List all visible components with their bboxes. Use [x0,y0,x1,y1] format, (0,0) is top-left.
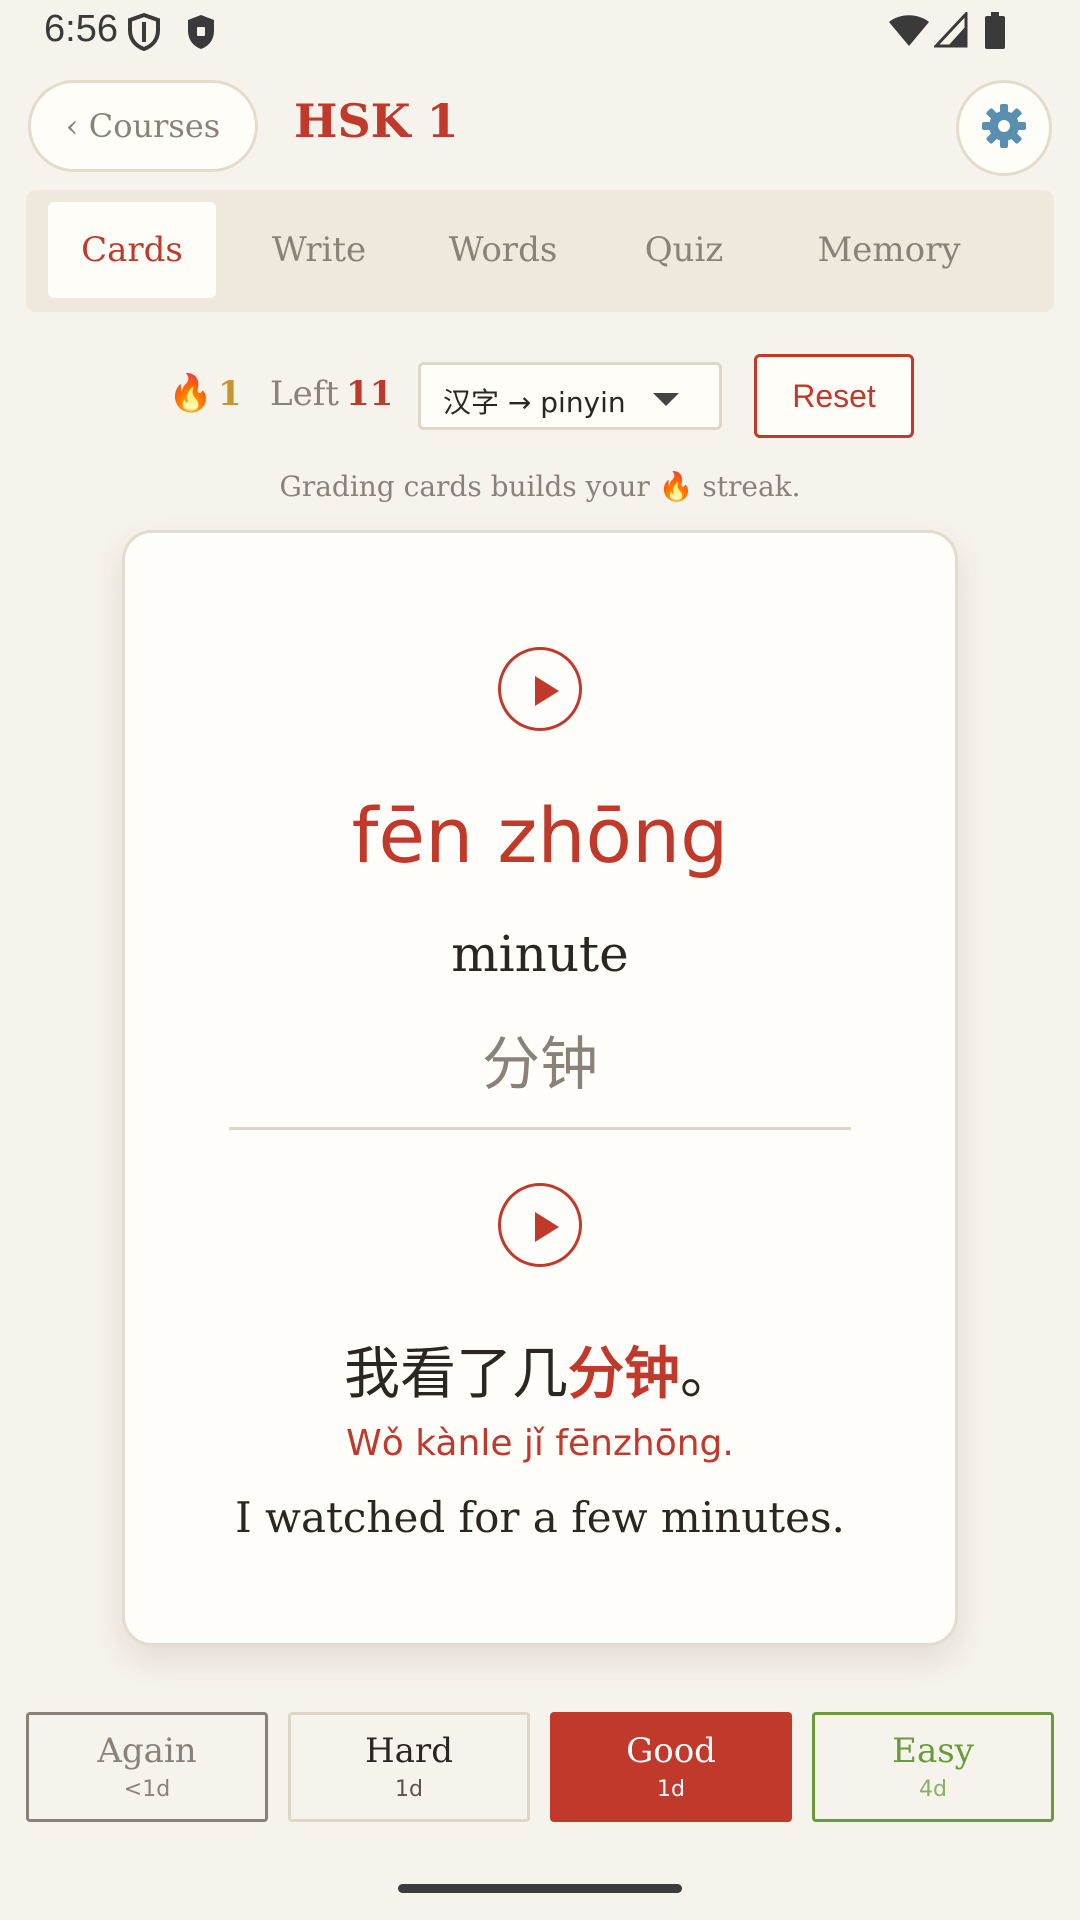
home-indicator[interactable] [398,1884,682,1893]
streak-hint: Grading cards builds your 🔥 streak. [279,470,801,503]
play-word-audio-button[interactable] [498,647,582,731]
page-title: HSK 1 [294,94,459,148]
streak-count: 1 [218,374,242,414]
hard-interval: 1d [395,1777,423,1802]
card-mode-select[interactable]: 汉字 → pinyin [418,362,722,430]
back-courses-button[interactable]: ‹ Courses [28,80,258,172]
play-icon [535,676,559,706]
easy-button[interactable]: Easy 4d [812,1712,1054,1822]
flashcard: fēn zhōng minute 分钟 我看了几分钟。 Wǒ kànle jǐ … [122,530,958,1646]
tab-memory[interactable]: Memory [784,202,994,298]
hard-label: Hard [365,1731,453,1771]
gear-icon [979,101,1029,155]
wifi-icon [888,12,930,52]
card-mode-value: 汉字 → pinyin [443,386,626,419]
play-sentence-audio-button[interactable] [498,1183,582,1267]
tab-write[interactable]: Write [244,202,394,298]
header: ‹ Courses HSK 1 [0,78,1080,178]
grade-buttons: Again <1d Hard 1d Good 1d Easy 4d [0,1712,1080,1822]
fire-icon: 🔥 [168,373,213,414]
good-button[interactable]: Good 1d [550,1712,792,1822]
tab-cards[interactable]: Cards [48,202,216,298]
example-highlight: 分钟 [568,1342,680,1407]
example-before: 我看了几 [344,1342,568,1407]
left-label: Left [270,374,339,414]
battery-icon [984,12,1006,54]
shield-icon [184,12,218,56]
chevron-down-icon [653,393,679,406]
again-interval: <1d [123,1777,171,1802]
signal-icon [932,10,968,52]
status-time: 6:56 [44,8,118,50]
good-label: Good [626,1731,716,1771]
example-english: I watched for a few minutes. [235,1493,845,1542]
example-pinyin: Wǒ kànle jǐ fēnzhōng. [346,1423,734,1464]
status-bar: 6:56 [0,0,1080,62]
mode-tabs: Cards Write Words Quiz Memory [26,190,1054,312]
example-sentence: 我看了几分钟。 [125,1329,955,1410]
settings-button[interactable] [956,80,1052,176]
word-meaning: minute [451,925,629,983]
play-icon [535,1212,559,1242]
left-count: 11 [346,374,394,414]
reset-button[interactable]: Reset [754,354,914,438]
study-controls: 🔥 1 Left 11 汉字 → pinyin Reset [0,352,1080,442]
easy-label: Easy [892,1731,974,1771]
tab-quiz[interactable]: Quiz [612,202,756,298]
again-button[interactable]: Again <1d [26,1712,268,1822]
card-divider [229,1127,851,1130]
word-hanzi: 分钟 [481,1030,598,1098]
easy-interval: 4d [919,1777,947,1802]
word-pinyin: fēn zhōng [351,791,729,880]
example-after: 。 [680,1342,736,1407]
hard-button[interactable]: Hard 1d [288,1712,530,1822]
tab-words[interactable]: Words [422,202,584,298]
shield-outline-icon [126,12,162,56]
good-interval: 1d [657,1777,685,1802]
again-label: Again [97,1731,197,1771]
